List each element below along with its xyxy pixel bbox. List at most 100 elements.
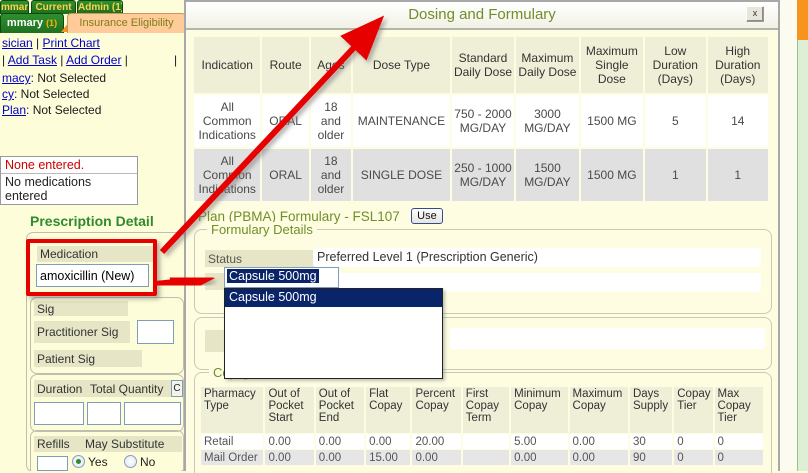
coverage-value xyxy=(450,328,765,349)
copay-cell: 0 xyxy=(674,450,712,465)
may-substitute-no-option[interactable]: No xyxy=(124,455,155,469)
dosing-header-cell: High Duration (Days) xyxy=(708,37,769,93)
copay-cell: 30 xyxy=(630,434,672,449)
status-label: Status xyxy=(205,250,315,267)
copay-header-cell: Maximum Copay xyxy=(570,387,628,433)
copay-cell: 0.00 xyxy=(570,434,628,449)
practitioner-sig-input[interactable] xyxy=(137,320,174,344)
copay-cell: 0.00 xyxy=(265,450,313,465)
copay-details-fieldset: Copay Details Pharmacy Type Out of Pocke… xyxy=(194,372,772,473)
refills-input[interactable] xyxy=(37,456,68,471)
dosing-row: All Common Indications ORAL 18 and older… xyxy=(194,149,768,201)
dosing-cell: 250 - 1000 MG/DAY xyxy=(452,149,514,201)
copay-cell: 0.00 xyxy=(511,450,567,465)
copay-cell: 0.00 xyxy=(316,434,364,449)
alerts-box: None entered. No medications entered xyxy=(0,156,138,205)
copay-cell xyxy=(463,450,509,465)
dosing-cell: 5 xyxy=(645,95,705,147)
dosing-cell: 1 xyxy=(708,149,769,201)
dosing-header-cell: Maximum Daily Dose xyxy=(516,37,578,93)
sig-header-label: Sig xyxy=(34,301,128,316)
total-quantity-input[interactable] xyxy=(87,402,121,425)
plan-value: : Not Selected xyxy=(26,103,101,117)
copay-header-cell: Percent Copay xyxy=(412,387,460,433)
scrollbar-orange-segment[interactable] xyxy=(797,0,808,40)
physician-link[interactable]: sician xyxy=(2,36,33,50)
duration-label: Duration xyxy=(34,380,90,397)
quantity-unit-input[interactable] xyxy=(124,402,181,425)
dosing-header-cell: Route xyxy=(262,37,308,93)
copay-cell: 0 xyxy=(715,434,763,449)
copay-header-cell: Flat Copay xyxy=(366,387,410,433)
copay-cell: 20.00 xyxy=(412,434,460,449)
radio-no-icon[interactable] xyxy=(124,455,137,468)
dosing-header-cell: Indication xyxy=(194,37,260,93)
agency-value: : Not Selected xyxy=(14,87,89,101)
scrollbar-track[interactable] xyxy=(797,40,808,471)
total-quantity-label: Total Quantity xyxy=(87,380,175,397)
task-links-line: | Add Task | Add Order | xyxy=(2,53,128,67)
dosing-header-cell: Dose Type xyxy=(353,37,450,93)
close-icon[interactable]: x xyxy=(746,6,764,22)
agency-status-line: cy: Not Selected xyxy=(2,87,89,101)
tab-current[interactable]: Current xyxy=(31,0,76,14)
quantity-calc-button[interactable]: C xyxy=(171,380,183,397)
dosing-cell: 1500 MG/DAY xyxy=(516,149,578,201)
tab-summary-count: (1) xyxy=(46,18,57,28)
copay-header-cell: Minimum Copay xyxy=(511,387,567,433)
tab-summary[interactable]: mmary (1) xyxy=(0,13,64,33)
copay-cell: 0 xyxy=(715,450,763,465)
pharmacy-link[interactable]: macy xyxy=(2,71,31,85)
separator: | xyxy=(174,53,177,67)
copay-cell: Retail xyxy=(201,434,263,449)
dosing-cell: 1500 MG xyxy=(581,149,643,201)
copay-cell: 0.00 xyxy=(412,450,460,465)
allergies-none-entered: None entered. xyxy=(1,157,137,174)
dosing-cell: 750 - 2000 MG/DAY xyxy=(452,95,514,147)
copay-header-cell: First Copay Term xyxy=(463,387,509,433)
medication-highlight-box xyxy=(26,239,157,296)
tab-summary-top[interactable]: mmary xyxy=(0,0,29,14)
dosing-cell: 1500 MG xyxy=(581,95,643,147)
may-substitute-yes-option[interactable]: Yes xyxy=(72,455,108,469)
tab-insurance-eligibility[interactable]: Insurance Eligibility xyxy=(67,13,184,33)
patient-sig-label: Patient Sig xyxy=(34,350,142,367)
dosing-cell: All Common Indications xyxy=(194,149,260,201)
separator: | xyxy=(2,53,5,67)
plan-link[interactable]: Plan xyxy=(2,103,26,117)
dosing-cell: ORAL xyxy=(262,95,308,147)
dosing-cell: 1 xyxy=(645,149,705,201)
left-panel: mmary Current Admin (1) mmary (1) Insura… xyxy=(0,0,184,471)
no-option-label: No xyxy=(140,455,155,469)
dosing-formulary-dialog: Dosing and Formulary x Indication Route … xyxy=(184,0,780,471)
formulary-details-legend: Formulary Details xyxy=(207,222,317,237)
prescription-detail-heading: Prescription Detail xyxy=(28,213,156,229)
radio-yes-icon[interactable] xyxy=(72,455,85,468)
combobox-selected-text: Capsule 500mg xyxy=(227,269,319,283)
agency-link[interactable]: cy xyxy=(2,87,14,101)
tab-summary-label: mmary xyxy=(7,17,43,29)
use-button[interactable]: Use xyxy=(411,208,443,224)
dose-form-combobox[interactable]: Capsule 500mg xyxy=(224,267,339,288)
dosing-cell: ORAL xyxy=(262,149,308,201)
dosing-cell: All Common Indications xyxy=(194,95,260,147)
dosing-header-row: Indication Route Ages Dose Type Standard… xyxy=(194,37,768,93)
dropdown-option[interactable]: Capsule 500mg xyxy=(225,289,442,307)
duration-input[interactable] xyxy=(34,402,84,425)
print-chart-link[interactable]: Print Chart xyxy=(43,36,100,50)
add-task-link[interactable]: Add Task xyxy=(8,53,57,67)
tab-admin[interactable]: Admin (1) xyxy=(77,0,123,14)
copay-cell: 90 xyxy=(630,450,672,465)
dialog-title: Dosing and Formulary xyxy=(186,2,778,28)
copay-table: Pharmacy Type Out of Pocket Start Out of… xyxy=(199,386,765,466)
dosing-cell: SINGLE DOSE xyxy=(353,149,450,201)
chart-links-line: sician | Print Chart xyxy=(2,36,100,50)
dosing-cell: 3000 MG/DAY xyxy=(516,95,578,147)
copay-header-row: Pharmacy Type Out of Pocket Start Out of… xyxy=(201,387,763,433)
copay-header-cell: Out of Pocket End xyxy=(316,387,364,433)
plan-status-line: Plan: Not Selected xyxy=(2,103,101,117)
copay-header-cell: Out of Pocket Start xyxy=(265,387,313,433)
add-order-link[interactable]: Add Order xyxy=(66,53,121,67)
practitioner-sig-label: Practitioner Sig xyxy=(34,321,130,343)
pharmacy-value: : Not Selected xyxy=(31,71,106,85)
